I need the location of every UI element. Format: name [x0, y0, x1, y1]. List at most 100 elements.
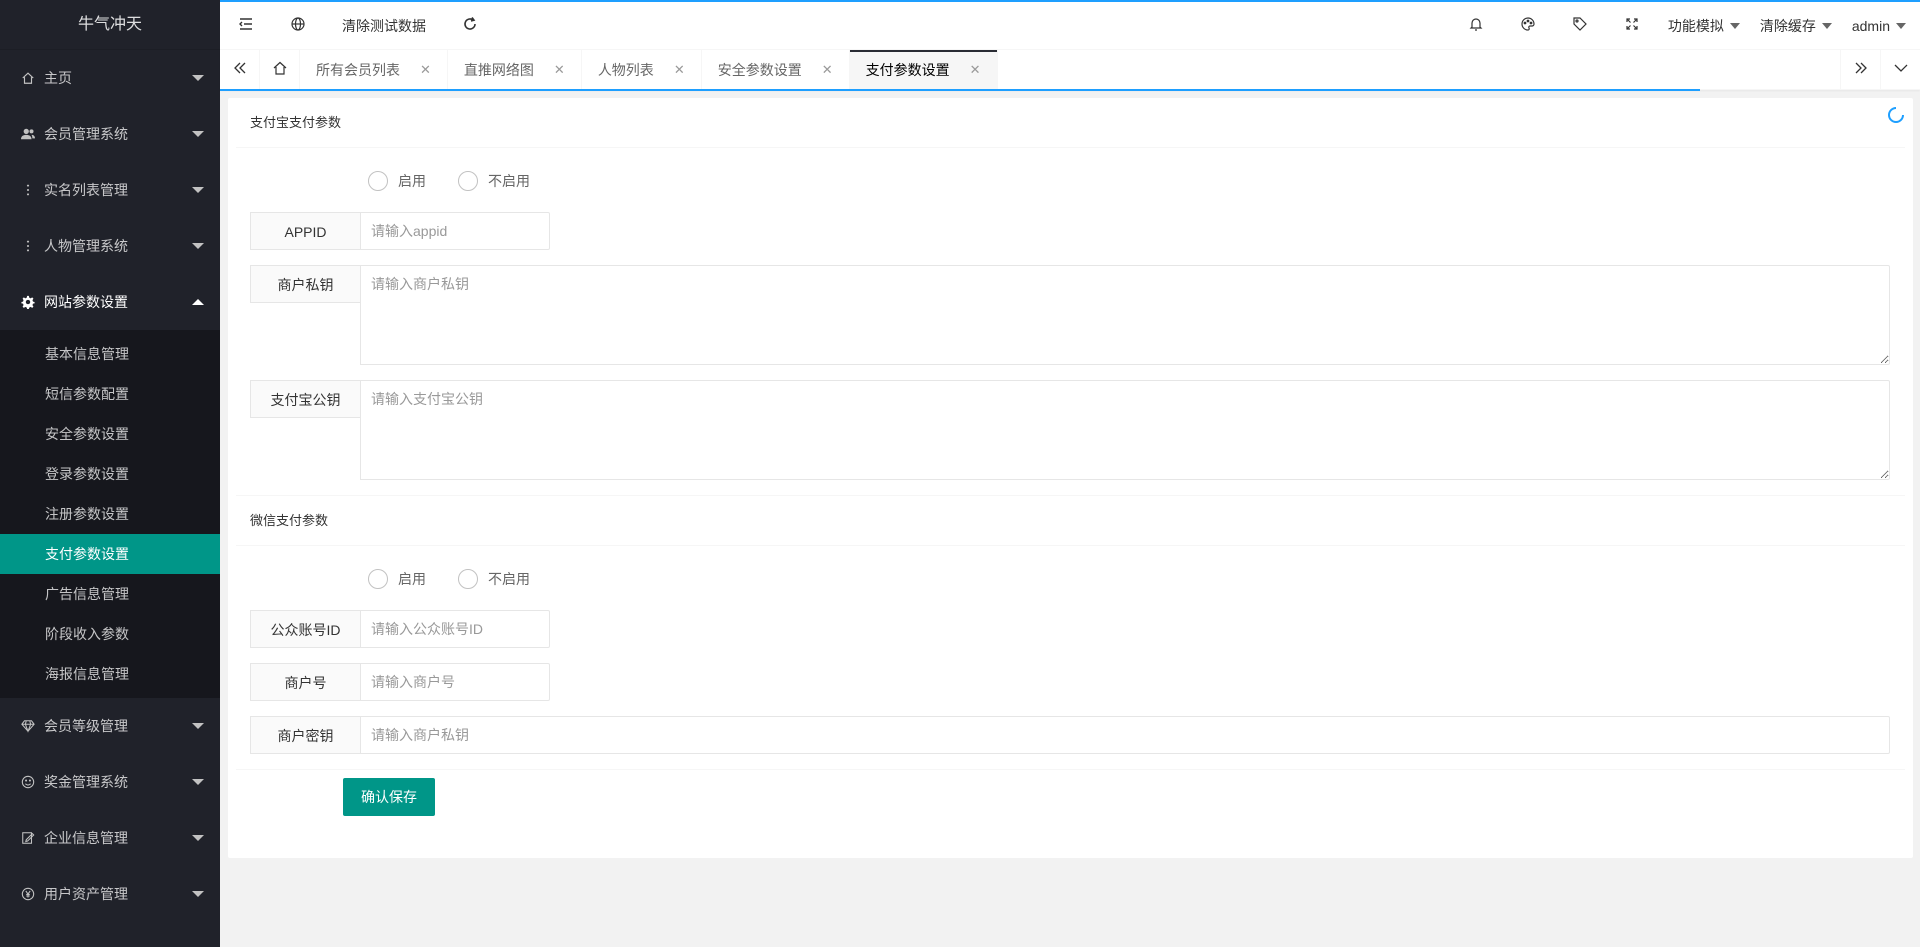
- theme-button[interactable]: [1502, 2, 1554, 50]
- caret-up-icon: [192, 299, 204, 305]
- app-logo: 牛气冲天: [0, 0, 220, 50]
- loading-spinner-icon: [1887, 106, 1905, 124]
- website-button[interactable]: [272, 2, 324, 50]
- tabs-menu-button[interactable]: [1880, 50, 1920, 89]
- radio-circle-icon: [368, 569, 388, 589]
- globe-icon: [290, 16, 306, 35]
- tabs-scroll-right-button[interactable]: [1840, 50, 1880, 89]
- tab-payment-settings[interactable]: 支付参数设置 ✕: [849, 50, 998, 89]
- bell-icon: [1468, 16, 1484, 35]
- wechat-section-title: 微信支付参数: [236, 496, 1905, 546]
- refresh-button[interactable]: [444, 2, 496, 50]
- wechat-radio-disable[interactable]: 不启用: [458, 569, 530, 589]
- merchant-no-input[interactable]: [360, 663, 550, 701]
- function-sim-dropdown[interactable]: 功能模拟: [1658, 2, 1750, 50]
- top-header: 清除测试数据 功能模拟 清除缓存 admin: [220, 0, 1920, 50]
- submenu-item-basic-info[interactable]: 基本信息管理: [0, 334, 220, 374]
- tab-label: 所有会员列表: [316, 61, 400, 78]
- loading-progress-bar: [220, 89, 1700, 91]
- caret-down-icon: [192, 891, 204, 897]
- palette-icon: [1520, 16, 1536, 35]
- tab-home[interactable]: [260, 50, 300, 89]
- caret-down-icon: [192, 187, 204, 193]
- double-chevron-left-icon: [232, 60, 248, 79]
- save-button[interactable]: 确认保存: [343, 778, 435, 816]
- tag-button[interactable]: [1554, 2, 1606, 50]
- clear-cache-dropdown[interactable]: 清除缓存: [1750, 2, 1842, 50]
- wechat-radio-enable[interactable]: 启用: [368, 569, 426, 589]
- close-icon[interactable]: ✕: [420, 62, 431, 78]
- submenu-item-sms-config[interactable]: 短信参数配置: [0, 374, 220, 414]
- merchant-key-label: 商户密钥: [250, 716, 360, 754]
- wechat-merchant-key-row: 商户密钥: [250, 716, 1913, 754]
- alipay-radio-enable[interactable]: 启用: [368, 171, 426, 191]
- private-key-label: 商户私钥: [250, 265, 360, 303]
- close-icon[interactable]: ✕: [822, 62, 833, 78]
- tab-security-settings[interactable]: 安全参数设置 ✕: [702, 50, 850, 89]
- menu-label: 人物管理系统: [44, 238, 128, 254]
- clear-test-data-button[interactable]: 清除测试数据: [324, 2, 444, 50]
- tab-all-members[interactable]: 所有会员列表 ✕: [300, 50, 448, 89]
- account-id-label: 公众账号ID: [250, 610, 360, 648]
- merchant-key-input[interactable]: [360, 716, 1890, 754]
- submenu-item-security[interactable]: 安全参数设置: [0, 414, 220, 454]
- submenu-item-poster[interactable]: 海报信息管理: [0, 654, 220, 694]
- alipay-public-key-row: 支付宝公钥: [250, 380, 1913, 480]
- function-sim-label: 功能模拟: [1667, 17, 1724, 34]
- smile-icon: [20, 774, 36, 790]
- alipay-radio-disable[interactable]: 不启用: [458, 171, 530, 191]
- toggle-sidebar-button[interactable]: [220, 2, 272, 50]
- user-dropdown[interactable]: admin: [1842, 2, 1920, 50]
- menu-user-assets[interactable]: 用户资产管理: [0, 866, 220, 922]
- fullscreen-button[interactable]: [1606, 2, 1658, 50]
- tab-referral-network[interactable]: 直推网络图 ✕: [448, 50, 582, 89]
- submenu-item-register[interactable]: 注册参数设置: [0, 494, 220, 534]
- tag-icon: [1572, 16, 1588, 35]
- menu-label: 会员等级管理: [44, 718, 128, 734]
- caret-down-icon: [192, 779, 204, 785]
- edit-icon: [20, 830, 36, 846]
- notification-button[interactable]: [1450, 2, 1502, 50]
- menu-bonus[interactable]: 奖金管理系统: [0, 754, 220, 810]
- caret-down-icon: [1821, 22, 1832, 29]
- alipay-private-key-row: 商户私钥: [250, 265, 1913, 365]
- caret-down-icon: [1729, 22, 1740, 29]
- menu-fold-icon: [238, 16, 254, 35]
- menu-home[interactable]: 主页: [0, 50, 220, 106]
- chevron-down-icon: [1893, 60, 1909, 79]
- gear-icon: [20, 294, 36, 310]
- public-key-textarea[interactable]: [360, 380, 1890, 480]
- tab-people-list[interactable]: 人物列表 ✕: [582, 50, 702, 89]
- private-key-textarea[interactable]: [360, 265, 1890, 365]
- submenu-item-stage-income[interactable]: 阶段收入参数: [0, 614, 220, 654]
- vertical-dots-icon: [20, 238, 36, 254]
- menu-label: 实名列表管理: [44, 182, 128, 198]
- menu-realname[interactable]: 实名列表管理: [0, 162, 220, 218]
- home-icon: [272, 60, 288, 79]
- caret-down-icon: [192, 835, 204, 841]
- caret-down-icon: [192, 243, 204, 249]
- appid-input[interactable]: [360, 212, 550, 250]
- menu-members[interactable]: 会员管理系统: [0, 106, 220, 162]
- menu-label: 网站参数设置: [44, 294, 128, 310]
- close-icon[interactable]: ✕: [554, 62, 565, 78]
- menu-site-settings[interactable]: 网站参数设置: [0, 274, 220, 330]
- menu-enterprise[interactable]: 企业信息管理: [0, 810, 220, 866]
- caret-down-icon: [1896, 22, 1906, 29]
- radio-label: 启用: [398, 571, 426, 587]
- close-icon[interactable]: ✕: [970, 62, 981, 78]
- menu-label: 奖金管理系统: [44, 774, 128, 790]
- submenu-item-login[interactable]: 登录参数设置: [0, 454, 220, 494]
- appid-label: APPID: [250, 212, 360, 250]
- submenu-site-settings: 基本信息管理 短信参数配置 安全参数设置 登录参数设置 注册参数设置 支付参数设…: [0, 330, 220, 698]
- alipay-appid-row: APPID: [250, 212, 1913, 250]
- close-icon[interactable]: ✕: [674, 62, 685, 78]
- menu-people[interactable]: 人物管理系统: [0, 218, 220, 274]
- alipay-section-title: 支付宝支付参数: [236, 98, 1905, 148]
- menu-member-level[interactable]: 会员等级管理: [0, 698, 220, 754]
- submenu-item-payment[interactable]: 支付参数设置: [0, 534, 220, 574]
- account-id-input[interactable]: [360, 610, 550, 648]
- caret-down-icon: [192, 131, 204, 137]
- tabs-scroll-left-button[interactable]: [220, 50, 260, 89]
- submenu-item-ads[interactable]: 广告信息管理: [0, 574, 220, 614]
